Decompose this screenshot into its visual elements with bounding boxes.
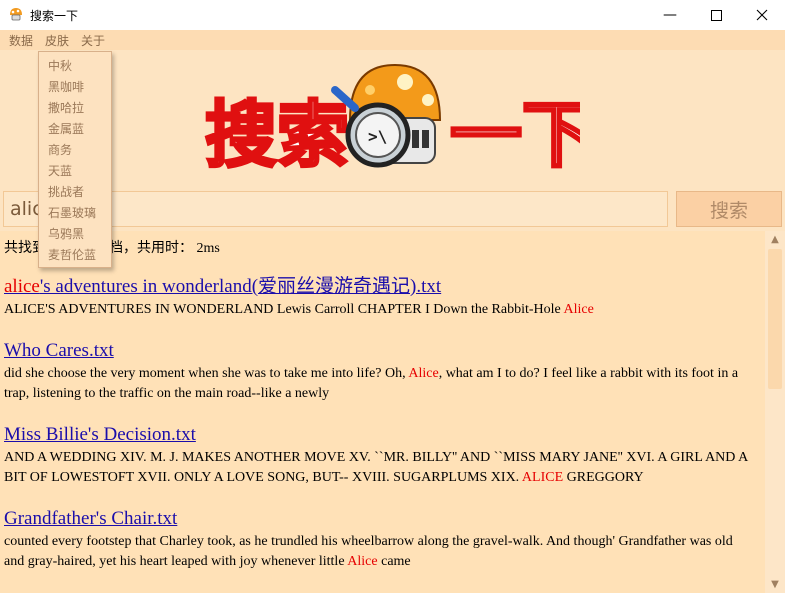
results-scrollbar[interactable]: ▲ ▼ [765, 231, 785, 593]
skin-item-black-coffee[interactable]: 黑咖啡 [48, 78, 84, 95]
maximize-button[interactable] [693, 0, 739, 30]
logo-text-left: 搜索 [205, 93, 349, 177]
skin-item-challenger[interactable]: 挑战者 [48, 183, 84, 200]
menu-data[interactable]: 数据 [9, 32, 33, 49]
skin-item-graphite-glass[interactable]: 石墨玻璃 [48, 204, 96, 221]
search-button[interactable]: 搜索 [676, 191, 782, 227]
result-item: Grandfather's Chair.txt counted every fo… [4, 507, 756, 572]
result-title[interactable]: Who Cares.txt [4, 339, 756, 363]
skin-dropdown-menu: 中秋 黑咖啡 撒哈拉 金属蓝 商务 天蓝 挑战者 石墨玻璃 乌鸦黑 麦哲伦蓝 [38, 51, 112, 268]
minimize-icon: — [663, 7, 677, 23]
menu-bar: 数据 皮肤 关于 [0, 30, 785, 50]
result-snippet: counted every footstep that Charley took… [4, 534, 733, 569]
skin-item-sky-blue[interactable]: 天蓝 [48, 162, 72, 179]
menu-about[interactable]: 关于 [81, 32, 105, 49]
skin-item-mid-autumn[interactable]: 中秋 [48, 57, 72, 74]
result-snippet: AND A WEDDING XIV. M. J. MAKES ANOTHER M… [4, 450, 748, 485]
mushroom-icon: >\ [331, 63, 442, 168]
chevron-down-icon: ▼ [771, 579, 779, 590]
maximize-icon [710, 9, 722, 21]
result-title-highlight: alice [4, 276, 40, 297]
minimize-button[interactable]: — [647, 0, 693, 30]
snippet-highlight: Alice [347, 554, 378, 569]
app-icon [10, 8, 22, 21]
chevron-up-icon: ▲ [771, 234, 779, 245]
snippet-highlight: Alice [408, 366, 439, 381]
menu-skin[interactable]: 皮肤 [45, 32, 69, 49]
result-snippet: did she choose the very moment when she … [4, 366, 739, 401]
results-panel: 共找到4个相关文档，共用时： 2ms alice's adventures in… [0, 231, 765, 593]
skin-item-raven-black[interactable]: 乌鸦黑 [48, 225, 84, 242]
title-bar: 搜索一下 — [0, 0, 785, 30]
snippet-highlight: ALICE [521, 470, 564, 485]
snippet-highlight: Alice [563, 302, 594, 317]
logo: 搜索 一下 >\ [204, 63, 580, 179]
result-title[interactable]: Grandfather's Chair.txt [4, 507, 756, 531]
result-item: Who Cares.txt did she choose the very mo… [4, 339, 756, 404]
svg-text:>\: >\ [368, 127, 387, 146]
scroll-up-button[interactable]: ▲ [765, 231, 785, 248]
result-title[interactable]: alice's adventures in wonderland(爱丽丝漫游奇遇… [4, 275, 756, 299]
close-icon [756, 9, 768, 21]
logo-text-right: 一下 [450, 93, 580, 177]
skin-item-metal-blue[interactable]: 金属蓝 [48, 120, 84, 137]
close-button[interactable] [739, 0, 785, 30]
window-title: 搜索一下 [30, 9, 79, 23]
result-title[interactable]: Miss Billie's Decision.txt [4, 423, 756, 447]
result-title-rest: 's adventures in wonderland(爱丽丝漫游奇遇记).tx… [39, 276, 442, 297]
result-item: Miss Billie's Decision.txt AND A WEDDING… [4, 423, 756, 488]
result-item: alice's adventures in wonderland(爱丽丝漫游奇遇… [4, 275, 756, 320]
scroll-down-button[interactable]: ▼ [765, 576, 785, 593]
skin-item-sahara[interactable]: 撒哈拉 [48, 99, 84, 116]
result-snippet: ALICE'S ADVENTURES IN WONDERLAND Lewis C… [4, 302, 594, 317]
skin-item-business[interactable]: 商务 [48, 141, 72, 158]
scrollbar-thumb[interactable] [768, 249, 782, 389]
skin-item-magellan-blue[interactable]: 麦哲伦蓝 [48, 246, 96, 263]
